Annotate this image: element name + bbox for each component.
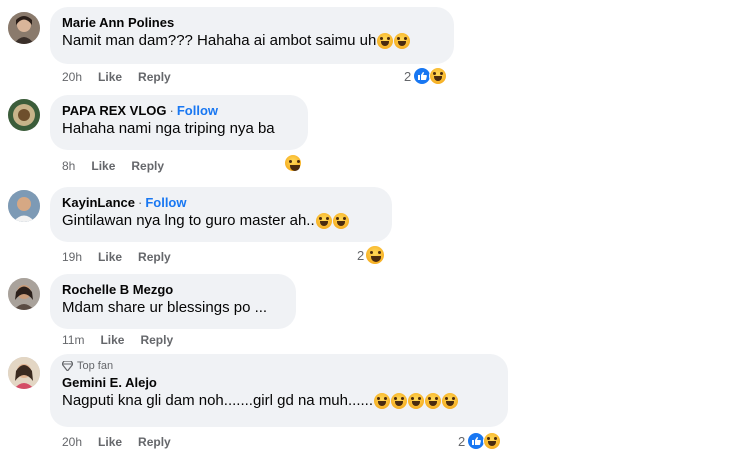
rolling-laughing-emoji-icon: [408, 393, 425, 409]
reaction-summary[interactable]: 2: [458, 432, 502, 450]
comment-timestamp[interactable]: 11m: [62, 333, 84, 347]
reaction-count: 2: [404, 68, 412, 84]
haha-reaction-icon: [483, 432, 502, 450]
commenter-name-row: KayinLance · Follow: [62, 194, 380, 211]
like-button[interactable]: Like: [98, 250, 122, 264]
like-button[interactable]: Like: [100, 333, 124, 347]
comment-bubble: PAPA REX VLOG · Follow Hahaha nami nga tri…: [50, 95, 308, 150]
follow-button[interactable]: Follow: [145, 195, 186, 210]
laughing-tears-emoji-icon: [377, 33, 394, 49]
comment-text-body: Namit man dam??? Hahaha ai ambot saimu u…: [62, 32, 377, 49]
commenter-name[interactable]: Marie Ann Polines: [62, 14, 442, 31]
comment-text: Mdam share ur blessings po ...: [62, 298, 284, 318]
comment-text: Namit man dam??? Hahaha ai ambot saimu u…: [62, 31, 442, 51]
comment-timestamp[interactable]: 20h: [62, 435, 82, 449]
comment-bubble: Marie Ann Polines Namit man dam??? Hahah…: [50, 7, 454, 64]
commenter-name[interactable]: Gemini E. Alejo: [62, 374, 496, 391]
commenter-name-row: PAPA REX VLOG · Follow: [62, 102, 296, 119]
comment-actions: 20h Like Reply: [62, 70, 187, 84]
haha-reaction-icon: [366, 246, 385, 264]
like-button[interactable]: Like: [98, 435, 122, 449]
avatar[interactable]: [8, 190, 40, 222]
comment-timestamp[interactable]: 8h: [62, 159, 75, 173]
reaction-count: 2: [458, 433, 466, 449]
reaction-summary[interactable]: 2: [404, 67, 448, 85]
like-button[interactable]: Like: [91, 159, 115, 173]
avatar[interactable]: [8, 99, 40, 131]
haha-reaction-icon: [284, 154, 302, 172]
comment-bubble: KayinLance · Follow Gintilawan nya lng to …: [50, 187, 392, 242]
comment-text-body: Mdam share ur blessings po ...: [62, 299, 268, 316]
comment-timestamp[interactable]: 20h: [62, 70, 82, 84]
separator-dot: ·: [137, 195, 143, 210]
rolling-laughing-emoji-icon: [425, 393, 442, 409]
avatar[interactable]: [8, 278, 40, 310]
top-fan-label: Top fan: [77, 360, 114, 372]
haha-reaction-icon: [429, 67, 448, 85]
rolling-laughing-emoji-icon: [442, 393, 459, 409]
comment-actions: 8h Like Reply: [62, 159, 180, 173]
comment-text-body: Gintilawan nya lng to guro master ah..: [62, 212, 315, 229]
separator-dot: ·: [169, 103, 174, 118]
rolling-laughing-emoji-icon: [374, 393, 391, 409]
comment-timestamp[interactable]: 19h: [62, 250, 82, 264]
comment-text: Gintilawan nya lng to guro master ah..: [62, 211, 380, 231]
commenter-name[interactable]: PAPA REX VLOG: [62, 103, 167, 118]
like-button[interactable]: Like: [98, 70, 122, 84]
reply-button[interactable]: Reply: [131, 159, 164, 173]
top-fan-badge: Top fan: [62, 360, 496, 372]
laughing-emoji-icon: [332, 213, 349, 229]
reaction-summary[interactable]: 2: [357, 246, 385, 264]
reply-button[interactable]: Reply: [138, 70, 171, 84]
reaction-count: 2: [357, 247, 365, 263]
comment-actions: 19h Like Reply: [62, 250, 187, 264]
comment-text-body: Hahaha nami nga triping nya ba: [62, 120, 275, 137]
comment-bubble: Rochelle B Mezgo Mdam share ur blessings…: [50, 274, 296, 329]
rolling-laughing-emoji-icon: [391, 393, 408, 409]
reaction-summary[interactable]: [284, 154, 302, 172]
comment-text: Nagputi kna gli dam noh.......girl gd na…: [62, 391, 496, 411]
follow-button[interactable]: Follow: [177, 103, 218, 118]
reply-button[interactable]: Reply: [140, 333, 173, 347]
comment-text-body: Nagputi kna gli dam noh.......girl gd na…: [62, 392, 374, 409]
avatar[interactable]: [8, 12, 40, 44]
reply-button[interactable]: Reply: [138, 250, 171, 264]
diamond-icon: [62, 361, 73, 371]
avatar[interactable]: [8, 357, 40, 389]
laughing-emoji-icon: [315, 213, 332, 229]
comment-actions: 20h Like Reply: [62, 435, 187, 449]
comment-bubble: Top fan Gemini E. Alejo Nagputi kna gli …: [50, 354, 508, 427]
comment-text: Hahaha nami nga triping nya ba: [62, 119, 296, 139]
commenter-name[interactable]: KayinLance: [62, 195, 135, 210]
comment-actions: 11m Like Reply: [62, 333, 189, 347]
commenter-name[interactable]: Rochelle B Mezgo: [62, 281, 284, 298]
laughing-tears-emoji-icon: [394, 33, 411, 49]
reply-button[interactable]: Reply: [138, 435, 171, 449]
